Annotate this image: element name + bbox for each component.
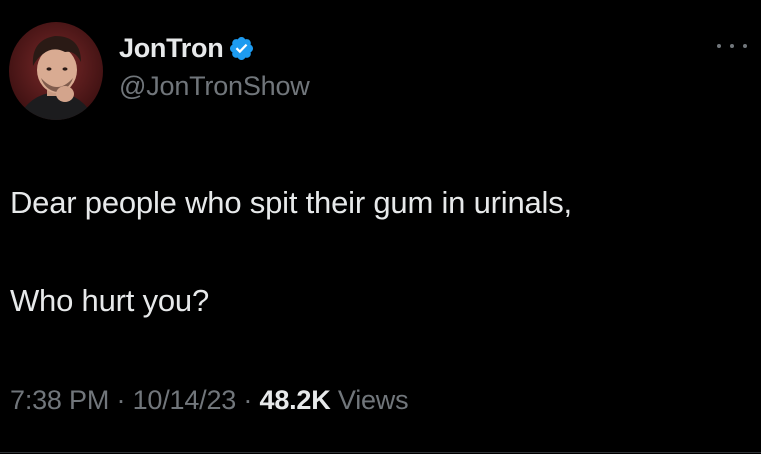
tweet-card: JonTron @JonTronShow Dear people who spi… bbox=[0, 0, 761, 454]
meta-separator: · bbox=[243, 385, 253, 415]
divider bbox=[0, 452, 761, 453]
tweet-date[interactable]: 10/14/23 bbox=[133, 385, 237, 415]
user-handle[interactable]: @JonTronShow bbox=[119, 71, 310, 102]
tweet-text-line-1: Dear people who spit their gum in urinal… bbox=[10, 185, 572, 220]
tweet-time[interactable]: 7:38 PM bbox=[10, 385, 109, 415]
meta-separator: · bbox=[116, 385, 126, 415]
name-row: JonTron bbox=[119, 32, 310, 64]
avatar-image bbox=[9, 22, 103, 120]
views-label: Views bbox=[337, 385, 409, 415]
display-name[interactable]: JonTron bbox=[119, 33, 224, 64]
tweet-text-line-2: Who hurt you? bbox=[10, 283, 210, 318]
more-options-icon[interactable] bbox=[717, 36, 747, 56]
tweet-header: JonTron @JonTronShow bbox=[119, 32, 310, 102]
views-count: 48.2K bbox=[259, 385, 331, 415]
verified-badge-icon[interactable] bbox=[228, 35, 255, 62]
tweet-meta: 7:38 PM · 10/14/23 · 48.2K Views bbox=[10, 385, 409, 416]
avatar[interactable] bbox=[9, 22, 103, 120]
